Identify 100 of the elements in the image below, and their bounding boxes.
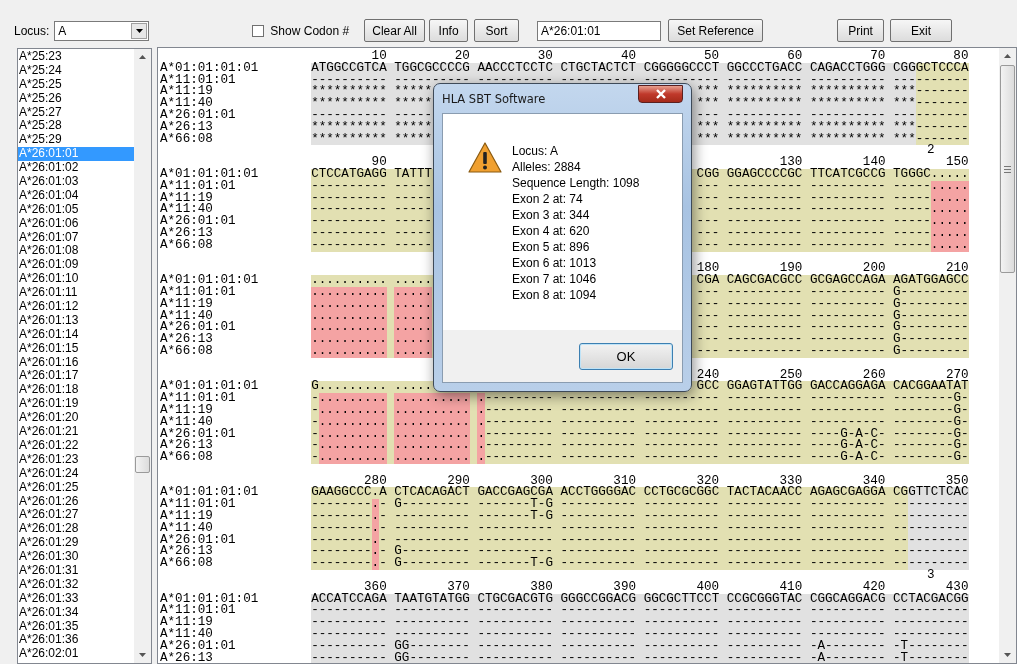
sequence-text: ********** ***** [311,133,433,146]
sequence-text: -------T-G [477,511,553,523]
allele-list-item[interactable]: A*26:01:15 [18,341,134,356]
sequence-text: ---------- [643,452,720,464]
allele-list-item[interactable]: A*26:01:12 [18,300,134,314]
allele-list-item[interactable]: A*26:01:36 [18,633,134,648]
info-button[interactable]: Info [429,19,469,42]
allele-label: A*11:40 [160,629,213,641]
sequence-text: . [477,428,485,441]
sequence-text: --- [696,322,720,335]
allele-list-item[interactable]: A*26:01:22 [18,438,134,453]
sequence-text: TGGGC..... [893,168,969,181]
sequence-text: TTCATCGCCG [809,168,886,181]
sequence-text: ......... [318,440,387,453]
allele-list-item[interactable]: A*26:01:28 [18,522,134,537]
sequence-text: . [371,558,380,571]
allele-list-item[interactable]: A*26:01:07 [18,230,134,245]
sequence-text: ---------- [477,652,553,663]
allele-list-item[interactable]: A*26:01:29 [18,536,134,551]
allele-label: A*01:01:01:01 [160,168,260,181]
sequence-text: ---------- [726,499,803,512]
allele-list-item[interactable]: A*26:02:01 [18,647,134,662]
sequence-text: ---------- [809,416,886,429]
show-codon-checkbox[interactable] [252,24,265,37]
position-label: 40 [620,51,637,63]
scroll-thumb[interactable] [135,456,150,473]
set-reference-button[interactable]: Set Reference [668,19,764,42]
allele-list-item[interactable]: A*26:01:04 [18,188,134,203]
allele-list-item[interactable]: A*26:01:31 [18,563,134,578]
sequence-text: --- [696,239,720,252]
sequence-text: . [371,522,380,535]
allele-list-item[interactable]: A*25:27 [18,105,134,120]
allele-list-item[interactable]: A*26:01:25 [18,480,134,495]
allele-list-item[interactable]: A*26:01:16 [18,355,134,370]
sequence-text: . [371,499,380,512]
sequence-text: -------T-G [477,558,553,571]
sequence-text: ---------- [809,558,886,571]
position-label: 60 [787,51,803,63]
allele-list-item[interactable]: A*26:01:23 [18,452,134,467]
allele-list-item[interactable]: A*26:01:20 [18,411,134,426]
sort-button[interactable]: Sort [474,19,520,42]
reference-field[interactable]: A*26:01:01 [537,20,662,41]
exit-button[interactable]: Exit [890,19,953,42]
scroll-thumb[interactable] [1000,65,1015,273]
position-label: 400 [696,581,720,594]
sequence-text: ---------- [809,239,886,252]
allele-list-item[interactable]: A*26:01:14 [18,327,134,342]
allele-list-item[interactable]: A*25:28 [18,119,134,134]
allele-list-item[interactable]: A*26:01:13 [18,313,134,328]
locus-dropdown[interactable]: A [54,20,150,41]
sequence-text: ---------- [643,617,720,630]
sequence-text: ---------- [311,629,387,641]
allele-list-item[interactable]: A*26:01:19 [18,397,134,412]
sequence-text: --------- [484,452,553,464]
sequence-text: ----- [893,227,931,240]
allele-list-item[interactable]: A*26:01:18 [18,383,134,398]
allele-list-item[interactable]: A*26:01:06 [18,216,134,231]
ok-button[interactable]: OK [579,342,673,370]
sequence-text: . [477,440,485,453]
allele-list-item[interactable]: A*25:26 [18,91,134,106]
allele-list-item[interactable]: A*26:01:27 [18,508,134,523]
sequence-text: GCGAGCCAGA [809,275,886,287]
sequence-text: ---------- [809,629,886,641]
sequence-text: ---------- [560,605,637,618]
sequence-text: ---------- [560,440,637,453]
sequence-text: ---------- [560,416,637,429]
sequence-text: CGGGGGCCCT [643,62,720,75]
allele-list-item[interactable]: A*25:29 [18,133,134,148]
print-button[interactable]: Print [837,19,885,42]
sequence-text: ---------- [560,404,637,417]
allele-list-item[interactable]: A*26:01:09 [18,258,134,273]
sequence-text: --------- [484,428,553,441]
allele-list-item[interactable]: A*26:01:21 [18,425,134,439]
allele-list-item[interactable]: A*25:25 [18,77,134,92]
allele-list-item[interactable]: A*26:01:34 [18,605,134,620]
allele-list-item[interactable]: A*26:01:08 [18,244,134,259]
allele-label: A*11:01:01 [160,393,237,405]
allele-list-item[interactable]: A*25:23 [18,50,134,64]
allele-list-item[interactable]: A*26:01:10 [18,272,134,287]
close-button[interactable] [638,85,683,103]
position-label: 410 [779,581,803,594]
allele-list-item[interactable]: A*25:24 [18,63,134,78]
sequence-text: TGGCGCCCCG [394,62,470,75]
allele-list-item[interactable]: A*26:01:24 [18,466,134,481]
allele-list-item[interactable]: A*26:01:33 [18,591,134,606]
allele-list-item[interactable]: A*26:01:30 [18,550,134,564]
allele-list-item[interactable]: A*26:01:02 [18,161,134,175]
allele-list-item[interactable]: A*26:01:26 [18,494,134,509]
sequence-text: --------G- [893,452,969,464]
allele-list-item[interactable]: A*26:01:11 [18,286,134,301]
clear-all-button[interactable]: Clear All [364,19,426,42]
allele-list-item[interactable]: A*26:01:35 [18,619,134,634]
sequence-text: - [311,393,319,405]
allele-list-item[interactable]: A*26:01:17 [18,369,134,384]
allele-list-item[interactable]: A*26:01:03 [18,175,134,189]
allele-list-item[interactable]: A*26:01:32 [18,577,134,592]
sequence-text: ---------- [726,428,803,441]
allele-label: A*66:08 [160,239,214,252]
sequence-text: ---------- [311,216,387,228]
allele-list-item[interactable]: A*26:01:05 [18,202,134,217]
